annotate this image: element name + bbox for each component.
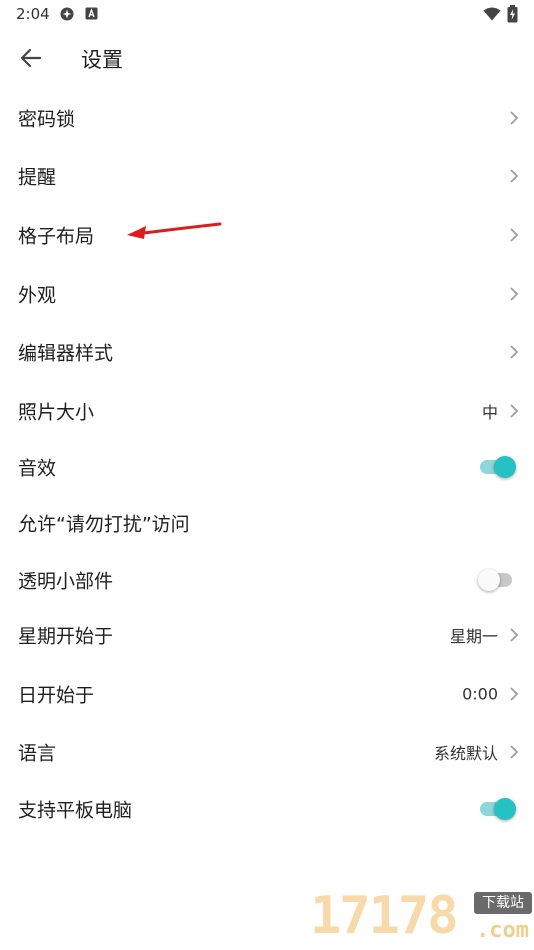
setting-label: 外观: [18, 284, 57, 307]
setting-passcode-lock[interactable]: 密码锁: [0, 93, 534, 143]
tablet-support-toggle[interactable]: [480, 797, 516, 821]
app-bar: 设置: [0, 36, 534, 80]
annotation-arrow: [127, 222, 222, 239]
page-title: 设置: [81, 48, 123, 72]
setting-editor-style[interactable]: 编辑器样式: [0, 327, 534, 377]
toggle-thumb: [494, 798, 516, 820]
setting-tablet-support: 支持平板电脑: [0, 784, 534, 834]
chevron-right-icon: [510, 287, 519, 301]
transparent-widget-toggle[interactable]: [478, 568, 516, 592]
status-bar: 2:04: [0, 0, 534, 30]
chevron-right-icon: [510, 687, 519, 701]
setting-value: 星期一: [449, 627, 498, 646]
setting-label: 星期开始于: [18, 625, 114, 648]
battery-charging-icon: [507, 5, 518, 23]
setting-value: 系统默认: [433, 744, 498, 763]
settings-cog-icon: [60, 7, 74, 21]
setting-appearance[interactable]: 外观: [0, 269, 534, 319]
setting-grid-layout[interactable]: 格子布局: [0, 210, 534, 260]
setting-label: 编辑器样式: [18, 342, 114, 365]
chevron-right-icon: [510, 404, 519, 418]
setting-value: 0:00: [462, 684, 498, 704]
setting-label: 音效: [18, 457, 57, 480]
watermark-badge: 下载站: [474, 892, 532, 914]
setting-photo-size[interactable]: 照片大小 中: [0, 386, 534, 436]
wifi-icon: [483, 7, 501, 21]
setting-label: 允许“请勿打扰”访问: [18, 513, 190, 536]
setting-language[interactable]: 语言 系统默认: [0, 727, 534, 777]
toggle-thumb: [494, 456, 516, 478]
setting-label: 支持平板电脑: [18, 799, 133, 822]
setting-label: 密码锁: [18, 108, 76, 131]
setting-week-starts-on[interactable]: 星期开始于 星期一: [0, 610, 534, 660]
setting-label: 语言: [18, 742, 57, 765]
arrow-left-icon: [20, 48, 42, 68]
watermark-logo: 17178 下载站 .com: [306, 882, 534, 950]
toggle-thumb: [478, 569, 500, 591]
settings-screen: 2:04 设置 密码锁 提醒 格子布局 外观 编辑器样式 照片大小 中 音效 允…: [0, 0, 534, 950]
chevron-right-icon: [510, 228, 519, 242]
back-button[interactable]: [16, 44, 46, 72]
setting-label: 提醒: [18, 166, 57, 189]
chevron-right-icon: [510, 169, 519, 183]
watermark-suffix: .com: [476, 918, 529, 943]
sound-effects-toggle[interactable]: [480, 455, 516, 479]
setting-label: 日开始于: [18, 684, 95, 707]
setting-day-starts-at[interactable]: 日开始于 0:00: [0, 669, 534, 719]
setting-label: 照片大小: [18, 401, 95, 424]
watermark-digits: 17178: [310, 886, 459, 946]
a-box-icon: [85, 7, 98, 20]
chevron-right-icon: [510, 111, 519, 125]
setting-reminder[interactable]: 提醒: [0, 151, 534, 201]
chevron-right-icon: [510, 745, 519, 759]
status-time: 2:04: [16, 5, 50, 23]
chevron-right-icon: [510, 345, 519, 359]
setting-dnd-access[interactable]: 允许“请勿打扰”访问: [0, 498, 534, 548]
setting-label: 格子布局: [18, 225, 95, 248]
setting-transparent-widget: 透明小部件: [0, 555, 534, 605]
setting-sound-effects: 音效: [0, 442, 534, 492]
chevron-right-icon: [510, 628, 519, 642]
setting-value: 中: [481, 403, 498, 422]
setting-label: 透明小部件: [18, 570, 114, 593]
